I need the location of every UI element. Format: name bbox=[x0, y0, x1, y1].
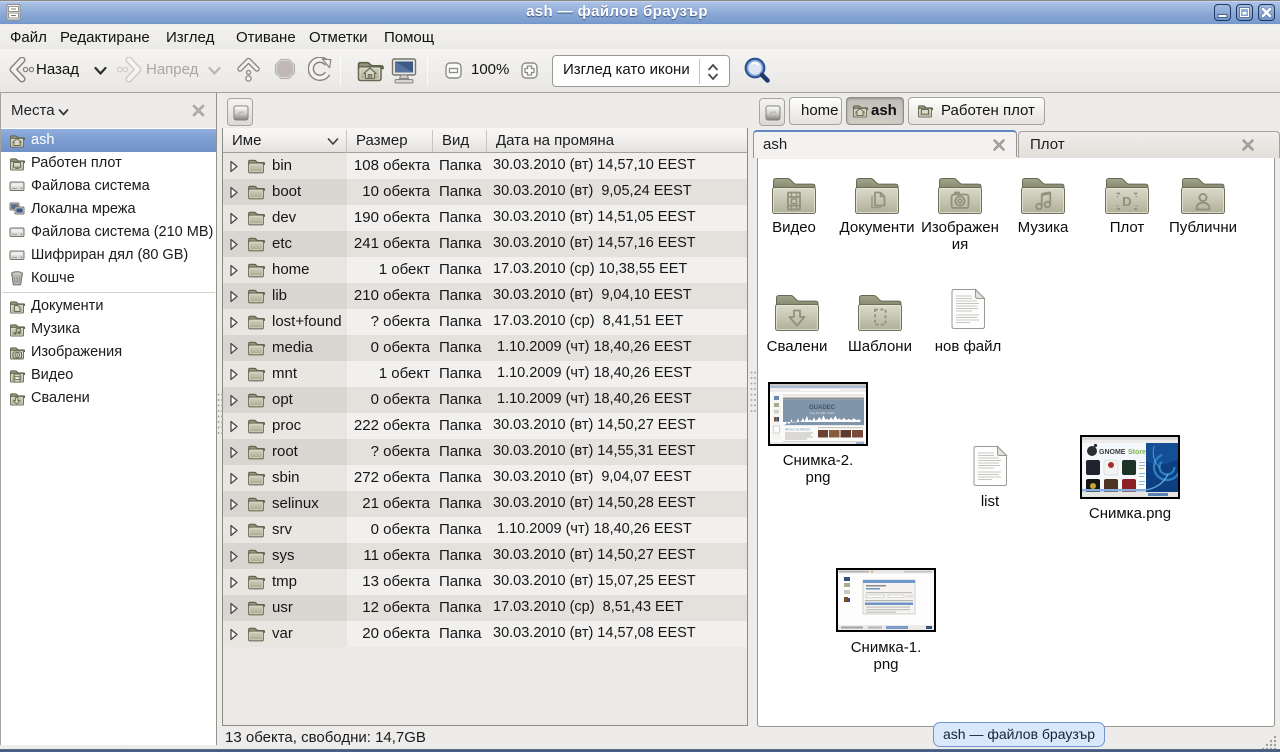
svg-text:About GUADEC: About GUADEC bbox=[785, 428, 811, 432]
svg-text:D: D bbox=[1122, 194, 1131, 209]
svg-text:July 24-30th, 2010: July 24-30th, 2010 bbox=[810, 411, 835, 415]
svg-text:Store: Store bbox=[1128, 449, 1146, 456]
svg-text:GNOME: GNOME bbox=[1099, 449, 1126, 456]
